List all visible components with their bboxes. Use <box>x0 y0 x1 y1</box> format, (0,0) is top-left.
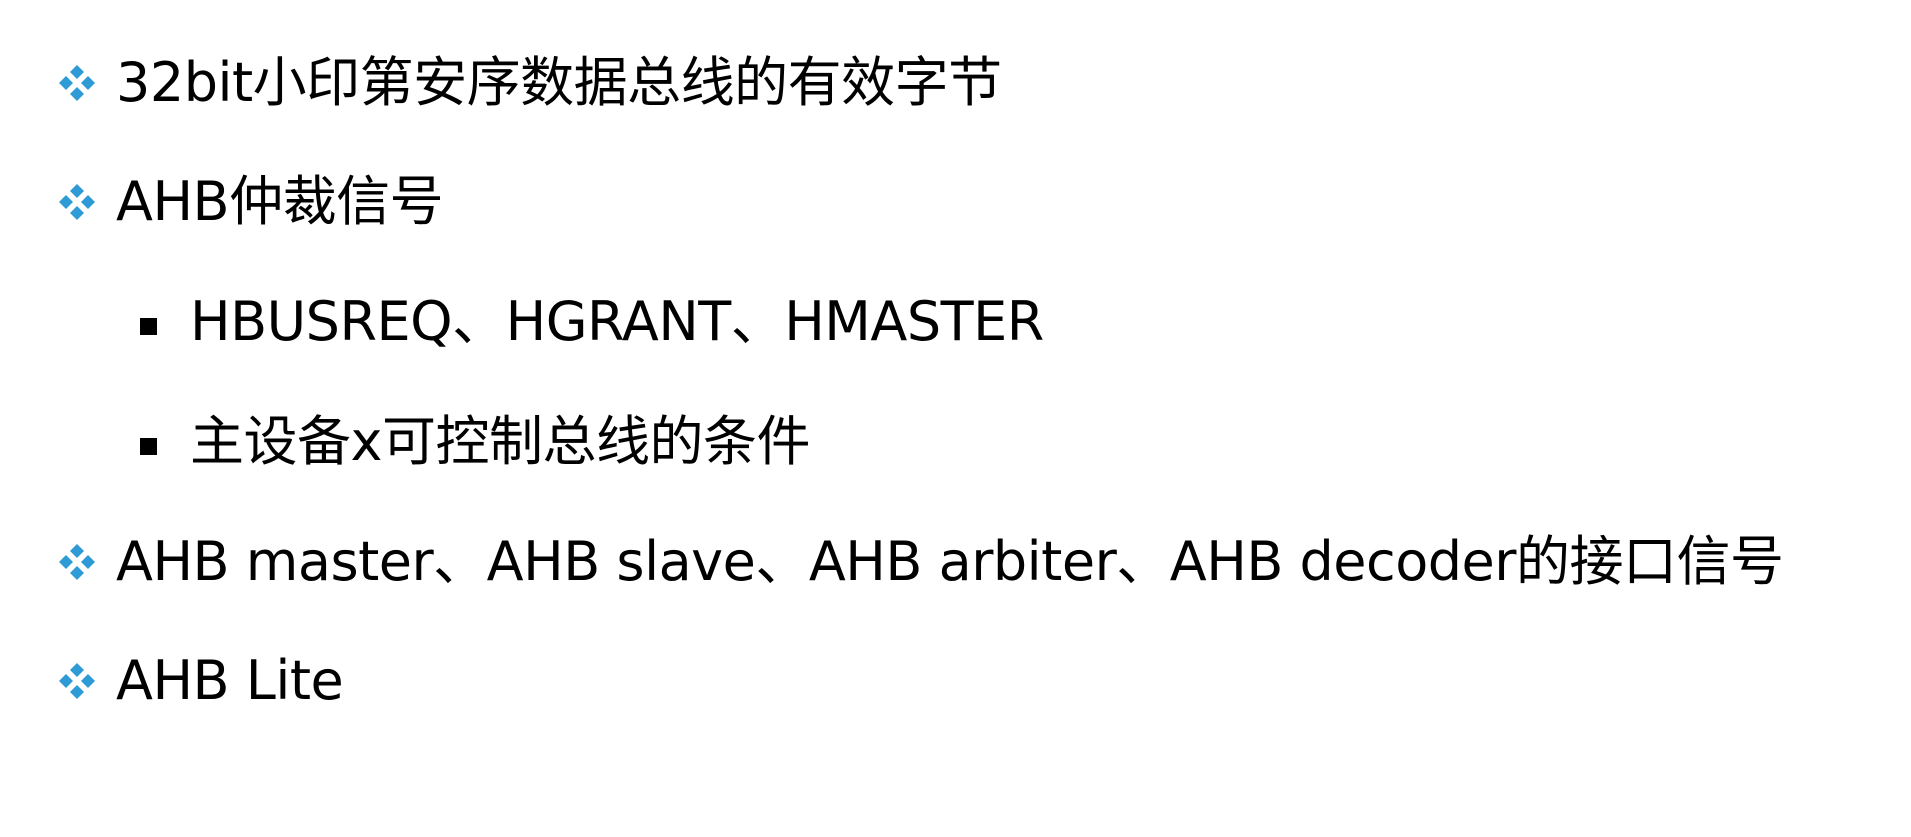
sub-bullet-item: 主设备x可控制总线的条件 <box>140 402 810 482</box>
four-diamond-bullet-icon <box>59 184 95 220</box>
sub-bullet-text: 主设备x可控制总线的条件 <box>190 410 810 473</box>
square-bullet-icon <box>140 317 157 335</box>
sub-bullet-item: HBUSREQ、HGRANT、HMASTER <box>140 282 1044 362</box>
bullet-item: 32bit小印第安序数据总线的有效字节 <box>56 43 1002 123</box>
sub-bullet-text: HBUSREQ、HGRANT、HMASTER <box>190 290 1044 353</box>
bullet-item: AHB Lite <box>56 641 344 721</box>
four-diamond-bullet-icon <box>59 65 95 101</box>
bullet-text: AHB master、AHB slave、AHB arbiter、AHB dec… <box>116 530 1784 593</box>
bullet-text: AHB仲裁信号 <box>116 170 444 233</box>
bullet-item: AHB仲裁信号 <box>56 162 444 242</box>
slide: 32bit小印第安序数据总线的有效字节 AHB仲裁信号 HBUSREQ、HGRA… <box>0 0 1911 837</box>
square-bullet-icon <box>140 437 157 455</box>
bullet-text: 32bit小印第安序数据总线的有效字节 <box>116 51 1002 114</box>
four-diamond-bullet-icon <box>59 544 95 580</box>
four-diamond-bullet-icon <box>59 663 95 699</box>
bullet-item: AHB master、AHB slave、AHB arbiter、AHB dec… <box>56 522 1784 602</box>
bullet-text: AHB Lite <box>116 649 344 712</box>
